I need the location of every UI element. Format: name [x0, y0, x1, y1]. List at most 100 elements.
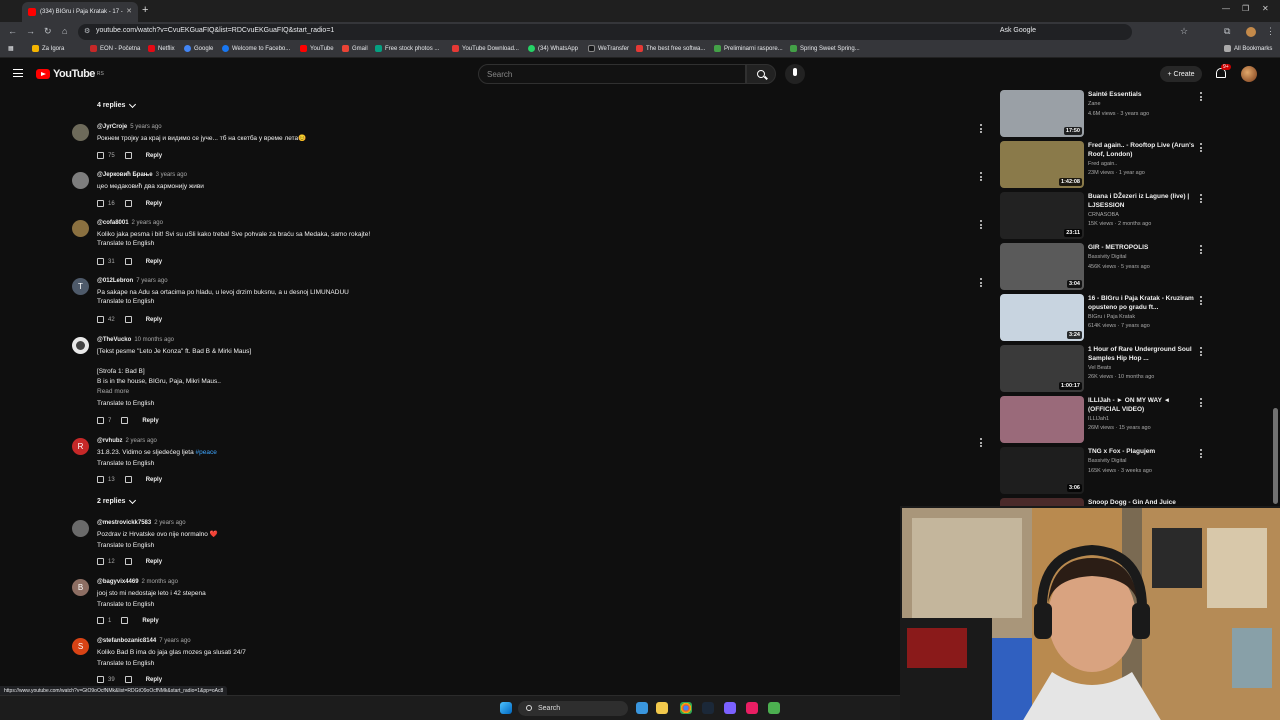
video-menu-icon[interactable]: [1200, 143, 1202, 154]
bookmark-item[interactable]: The best free softwa...: [636, 45, 705, 52]
video-menu-icon[interactable]: [1200, 92, 1202, 103]
related-video[interactable]: 1:00:17 1 Hour of Rare Underground Soul …: [1000, 345, 1270, 393]
reply-button[interactable]: Reply: [146, 259, 162, 265]
bookmark-item[interactable]: Za Igora: [32, 45, 64, 52]
browser-tab[interactable]: (334) BIGru i Paja Kratak - 17 - ✕: [22, 2, 138, 22]
avatar[interactable]: [72, 520, 89, 537]
related-video[interactable]: 3:06 TNG x Fox - Plagujem Bassivity Digi…: [1000, 447, 1270, 495]
back-icon[interactable]: ←: [8, 26, 17, 36]
comment-menu-icon[interactable]: [980, 278, 983, 289]
minimize-icon[interactable]: —: [1222, 4, 1230, 13]
video-title[interactable]: ILLIJah - ► ON MY WAY ◄ (OFFICIAL VIDEO): [1088, 396, 1203, 414]
bookmark-item[interactable]: Spring Sweet Spring...: [790, 45, 860, 52]
dislike-icon[interactable]: [124, 476, 132, 483]
video-channel[interactable]: Fred again..: [1088, 161, 1117, 167]
video-channel[interactable]: ILLIJah1: [1088, 416, 1109, 422]
edge-browser-icon[interactable]: [636, 702, 648, 714]
comment-author[interactable]: @rvhubz: [97, 438, 123, 444]
avatar[interactable]: [72, 337, 89, 354]
like-icon[interactable]: [97, 417, 104, 424]
translate-link[interactable]: Translate to English: [97, 240, 154, 247]
comment-author[interactable]: @cofa8001: [97, 220, 129, 226]
avatar[interactable]: [72, 124, 89, 141]
steam-icon[interactable]: [702, 702, 714, 714]
dislike-icon[interactable]: [124, 316, 132, 323]
file-explorer-icon[interactable]: [656, 702, 668, 714]
translate-link[interactable]: Translate to English: [97, 601, 154, 608]
bookmark-item[interactable]: Netflix: [148, 45, 175, 52]
video-menu-icon[interactable]: [1200, 245, 1202, 256]
view-replies-button[interactable]: 4 replies: [97, 100, 137, 109]
like-icon[interactable]: [97, 152, 104, 159]
comment-time[interactable]: 2 months ago: [142, 579, 178, 585]
forward-icon[interactable]: →: [26, 26, 35, 36]
all-bookmarks[interactable]: All Bookmarks: [1224, 45, 1272, 52]
comment-time[interactable]: 7 years ago: [159, 638, 190, 644]
bookmark-item[interactable]: WeTransfer: [588, 45, 629, 52]
youtube-logo[interactable]: YouTube RS: [36, 68, 104, 80]
related-video[interactable]: 3:04 GIR - METROPOLIS Bassivity Digital …: [1000, 243, 1270, 291]
dislike-icon[interactable]: [121, 417, 129, 424]
video-channel[interactable]: Bassivity Digital: [1088, 458, 1127, 464]
translate-link[interactable]: Translate to English: [97, 542, 154, 549]
bookmark-item[interactable]: Google: [184, 45, 213, 52]
menu-dots-icon[interactable]: ⋮: [1266, 26, 1275, 37]
view-replies-button[interactable]: 2 replies: [97, 496, 137, 505]
comment-time[interactable]: 5 years ago: [130, 124, 161, 130]
ask-google-button[interactable]: Ask Google: [1000, 27, 1036, 34]
avatar[interactable]: B: [72, 579, 89, 596]
comment-time[interactable]: 7 years ago: [136, 278, 167, 284]
dislike-icon[interactable]: [124, 258, 132, 265]
create-button[interactable]: + Create: [1160, 66, 1202, 82]
dislike-icon[interactable]: [121, 617, 129, 624]
like-icon[interactable]: [97, 558, 104, 565]
related-video[interactable]: 1:42:08 Fred again.. - Rooftop Live (Aru…: [1000, 141, 1270, 189]
reply-button[interactable]: Reply: [146, 153, 162, 159]
dislike-icon[interactable]: [124, 200, 132, 207]
avatar[interactable]: S: [72, 638, 89, 655]
like-icon[interactable]: [97, 316, 104, 323]
video-menu-icon[interactable]: [1200, 449, 1202, 460]
video-channel[interactable]: BIGru i Paja Kratak: [1088, 314, 1135, 320]
comment-author[interactable]: @stefanbozanic8144: [97, 638, 156, 644]
video-menu-icon[interactable]: [1200, 398, 1202, 409]
comment-author[interactable]: @012Lebron: [97, 278, 133, 284]
related-video[interactable]: 3:24 16 - BIGru i Paja Kratak - Kruziram…: [1000, 294, 1270, 342]
avatar[interactable]: R: [72, 438, 89, 455]
reply-button[interactable]: Reply: [146, 677, 162, 683]
close-tab-icon[interactable]: ✕: [126, 7, 132, 15]
bookmark-item[interactable]: Preliminarni raspore...: [714, 45, 783, 52]
video-menu-icon[interactable]: [1200, 296, 1202, 307]
like-icon[interactable]: [97, 258, 104, 265]
reply-button[interactable]: Reply: [146, 317, 162, 323]
video-channel[interactable]: CRNASOBA: [1088, 212, 1119, 218]
new-tab-icon[interactable]: +: [142, 4, 148, 16]
comment-menu-icon[interactable]: [980, 438, 983, 449]
profile-avatar-icon[interactable]: [1246, 27, 1256, 37]
video-channel[interactable]: Vel Beats: [1088, 365, 1111, 371]
video-thumbnail[interactable]: [1000, 396, 1084, 443]
video-title[interactable]: 16 - BIGru i Paja Kratak - Kruziram opus…: [1088, 294, 1203, 312]
comment-author[interactable]: @mestrovickk7583: [97, 520, 151, 526]
comment-time[interactable]: 2 years ago: [126, 438, 157, 444]
voice-search-mic-icon[interactable]: [785, 64, 805, 84]
reply-button[interactable]: Reply: [146, 201, 162, 207]
bookmark-item[interactable]: (34) WhatsApp: [528, 45, 578, 52]
app-icon[interactable]: [724, 702, 736, 714]
dislike-icon[interactable]: [124, 676, 132, 683]
hashtag-link[interactable]: #peace: [196, 449, 217, 456]
translate-link[interactable]: Translate to English: [97, 660, 154, 667]
translate-link[interactable]: Translate to English: [97, 460, 154, 467]
apps-icon[interactable]: ▦: [8, 45, 14, 52]
bookmark-item[interactable]: Gmail: [342, 45, 368, 52]
comment-author[interactable]: @TheVucko: [97, 337, 131, 343]
close-window-icon[interactable]: ✕: [1262, 4, 1269, 13]
comment-time[interactable]: 2 years ago: [132, 220, 163, 226]
windows-start-icon[interactable]: [500, 702, 512, 714]
related-video[interactable]: 17:50 Sainté Essentials Zane 4.6M views …: [1000, 90, 1270, 138]
avatar[interactable]: [72, 220, 89, 237]
avatar[interactable]: [72, 172, 89, 189]
app-icon[interactable]: [768, 702, 780, 714]
avatar[interactable]: T: [72, 278, 89, 295]
reply-button[interactable]: Reply: [146, 559, 162, 565]
